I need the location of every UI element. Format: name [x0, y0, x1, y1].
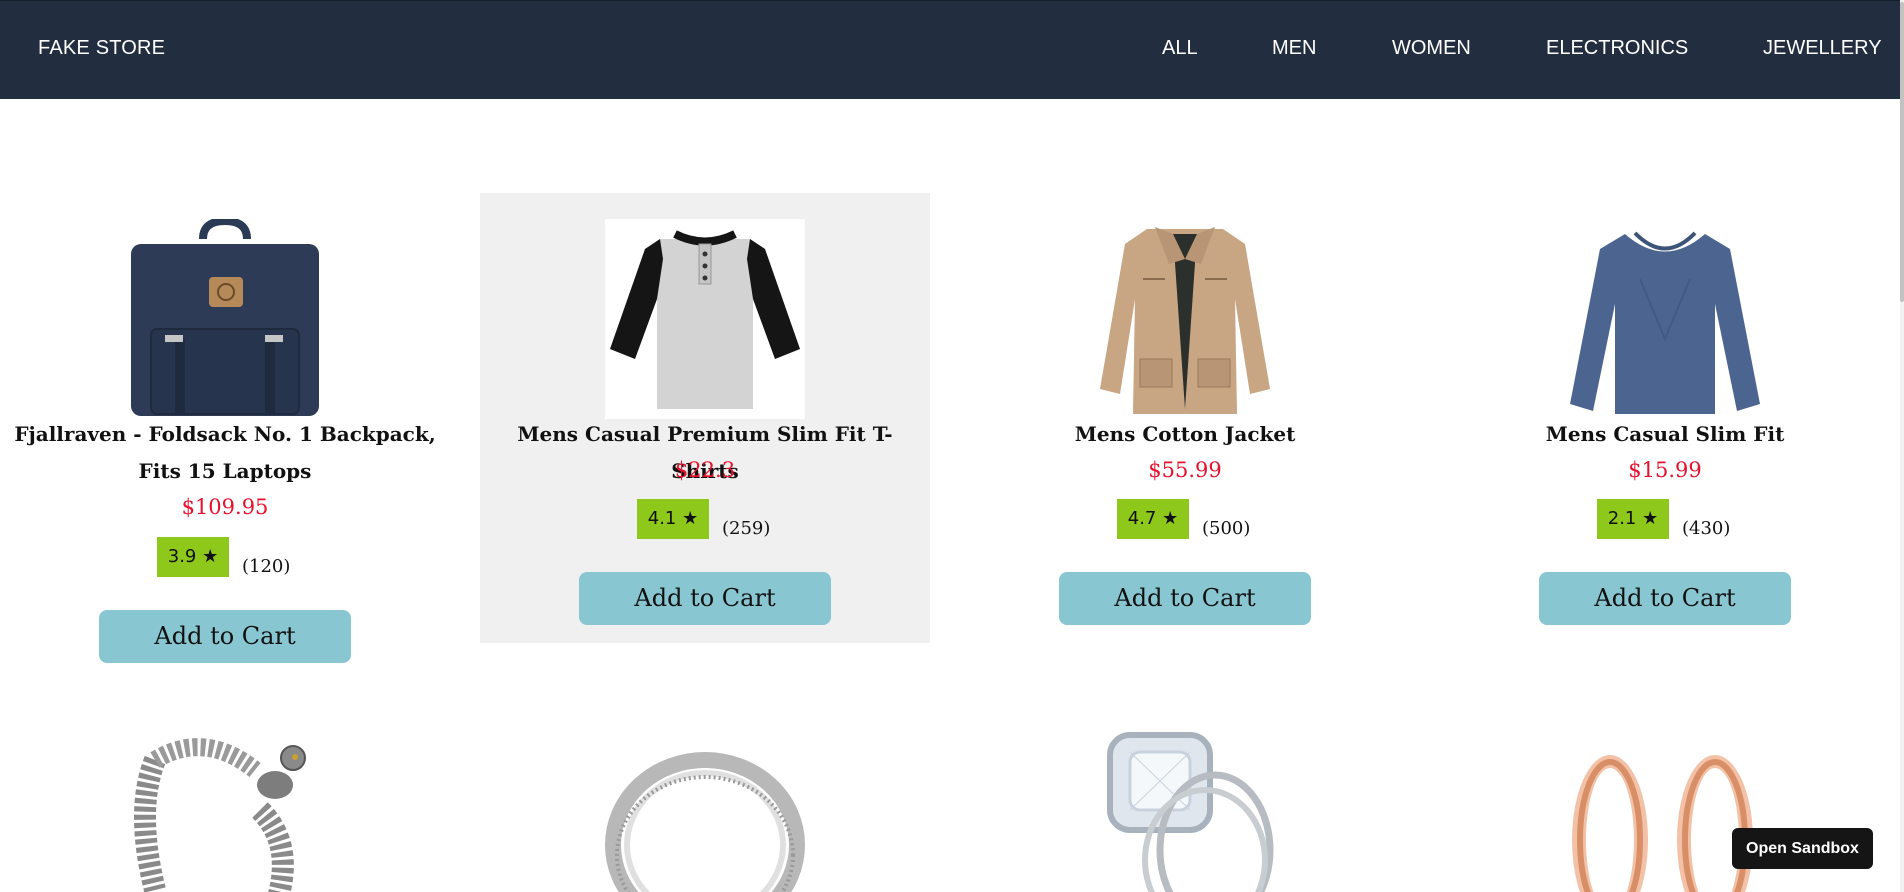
- product-title[interactable]: Mens Cotton Jacket: [970, 416, 1400, 453]
- product-price: $109.95: [181, 495, 269, 519]
- diamond-ring-image[interactable]: [1085, 730, 1285, 892]
- slim-fit-shirt-image[interactable]: [1565, 219, 1765, 419]
- rating-badge: 3.9 ★: [157, 537, 229, 577]
- product-card[interactable]: Mens Casual Premium Slim Fit T-Shirts $2…: [480, 193, 930, 643]
- dragon-bracelet-image[interactable]: [125, 730, 325, 892]
- add-to-cart-button[interactable]: Add to Cart: [579, 572, 831, 625]
- navbar: FAKE STORE ALL MEN WOMEN ELECTRONICS JEW…: [0, 0, 1900, 99]
- add-to-cart-button[interactable]: Add to Cart: [1539, 572, 1791, 625]
- rating-badge: 4.7 ★: [1117, 499, 1189, 539]
- product-card[interactable]: Mens Cotton Jacket $55.99 4.7 ★ (500) Ad…: [960, 193, 1410, 643]
- product-price: $15.99: [1628, 458, 1702, 482]
- product-price: $22.3: [674, 458, 736, 482]
- raglan-tshirt-image[interactable]: [605, 219, 805, 419]
- nav-men[interactable]: MEN: [1272, 37, 1316, 60]
- product-card[interactable]: Mens Casual Slim Fit $15.99 2.1 ★ (430) …: [1440, 193, 1890, 643]
- rating-count: (120): [242, 556, 291, 577]
- nav-jewellery[interactable]: JEWELLERY: [1763, 37, 1882, 60]
- open-sandbox-button[interactable]: Open Sandbox: [1732, 828, 1873, 869]
- rating-badge: 2.1 ★: [1597, 499, 1669, 539]
- nav-electronics[interactable]: ELECTRONICS: [1546, 37, 1688, 60]
- scrollbar-thumb[interactable]: [1900, 2, 1904, 302]
- product-title[interactable]: Mens Casual Slim Fit: [1450, 416, 1880, 453]
- product-card[interactable]: Fjallraven - Foldsack No. 1 Backpack, Fi…: [0, 193, 450, 673]
- backpack-image[interactable]: [125, 219, 325, 419]
- nav-women[interactable]: WOMEN: [1392, 37, 1471, 60]
- rating-count: (500): [1202, 518, 1251, 539]
- add-to-cart-button[interactable]: Add to Cart: [99, 610, 351, 663]
- nav-all[interactable]: ALL: [1162, 37, 1198, 60]
- rating-badge: 4.1 ★: [637, 499, 709, 539]
- rating-count: (430): [1682, 518, 1731, 539]
- rating-count: (259): [722, 518, 771, 539]
- silver-ring-image[interactable]: [605, 730, 805, 892]
- cotton-jacket-image[interactable]: [1085, 219, 1285, 419]
- product-price: $55.99: [1148, 458, 1222, 482]
- brand-logo[interactable]: FAKE STORE: [38, 37, 165, 60]
- product-title[interactable]: Fjallraven - Foldsack No. 1 Backpack, Fi…: [10, 416, 440, 490]
- add-to-cart-button[interactable]: Add to Cart: [1059, 572, 1311, 625]
